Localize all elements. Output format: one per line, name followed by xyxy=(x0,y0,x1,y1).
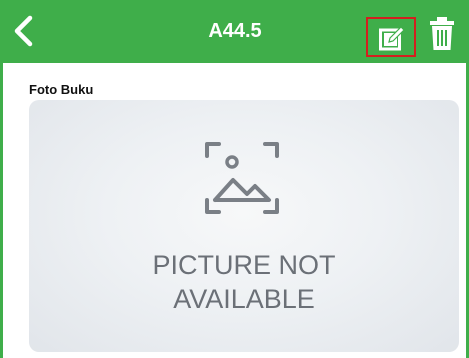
placeholder-line-2: AVAILABLE xyxy=(173,284,315,314)
book-photo-placeholder: PICTURE NOT AVAILABLE xyxy=(29,100,459,352)
chevron-left-icon xyxy=(14,15,33,47)
placeholder-text: PICTURE NOT AVAILABLE xyxy=(29,248,459,316)
placeholder-line-1: PICTURE NOT xyxy=(152,250,336,280)
edit-icon xyxy=(379,26,405,51)
delete-button[interactable] xyxy=(427,15,457,53)
section-label: Foto Buku xyxy=(29,82,94,97)
image-placeholder-icon xyxy=(205,142,279,214)
page-title: A44.5 xyxy=(208,20,262,42)
top-bar: A44.5 xyxy=(0,0,469,63)
trash-icon xyxy=(430,17,454,50)
edit-button[interactable] xyxy=(366,17,416,57)
back-button[interactable] xyxy=(6,12,44,50)
